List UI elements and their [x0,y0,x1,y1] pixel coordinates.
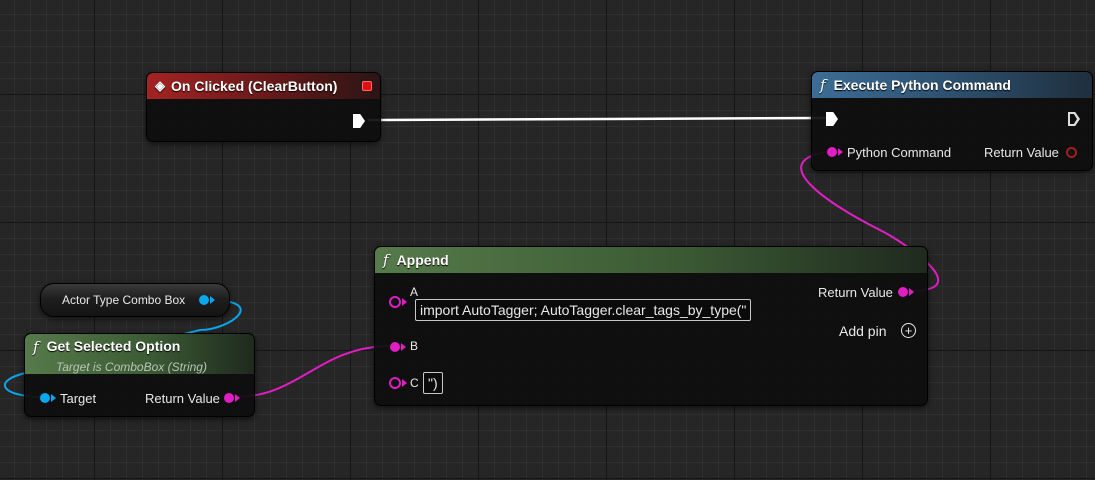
return-value-label: Return Value [984,145,1059,160]
event-diamond-icon: ◈ [155,78,165,93]
append-title: Append [396,252,449,268]
b-pin[interactable] [390,342,400,352]
on-clicked-title: On Clicked (ClearButton) [171,78,338,94]
string-wire-option-to-b [235,344,394,398]
return-value-pin-arrow [909,288,914,296]
combo-box-output-pin[interactable] [199,295,209,305]
on-clicked-header: ◈ On Clicked (ClearButton) [147,73,380,99]
append-node[interactable]: f Append A import AutoTagger; AutoTagger… [374,246,928,406]
exec-wire [367,116,827,122]
b-pin-arrow [401,343,406,351]
return-value-pin[interactable] [1066,147,1077,158]
return-value-label: Return Value [145,391,220,406]
c-label: C [410,376,419,390]
combo-box-variable-label: Actor Type Combo Box [62,293,186,307]
return-value-pin[interactable] [224,393,234,403]
delegate-pin[interactable] [362,81,372,91]
exec-out-pin[interactable] [1068,112,1080,126]
target-label: Target [60,391,97,406]
exec-out-pin[interactable] [353,114,365,128]
c-pin-arrow [402,379,407,387]
execute-python-header: f Execute Python Command [812,72,1092,98]
execute-python-title: Execute Python Command [833,77,1011,93]
get-selected-title: Get Selected Option [46,338,181,354]
b-label: B [410,339,419,353]
c-pin[interactable] [389,377,401,389]
add-circle-icon[interactable]: + [901,323,916,338]
add-pin-label[interactable]: Add pin [839,323,886,339]
target-pin[interactable] [40,393,50,403]
actor-type-combo-box-variable[interactable]: Actor Type Combo Box [40,283,230,317]
get-selected-subtitle: Target is ComboBox (String) [56,360,207,374]
target-pin-arrow [51,394,56,402]
c-value-input[interactable]: ") [423,372,443,394]
return-value-label: Return Value [818,285,893,300]
on-clicked-event-node[interactable]: ◈ On Clicked (ClearButton) [146,72,381,142]
python-command-pin[interactable] [827,147,837,157]
a-pin-arrow [402,298,407,306]
a-value-input[interactable]: import AutoTagger; AutoTagger.clear_tags… [415,299,752,321]
combo-box-output-arrow [210,296,215,304]
exec-in-pin[interactable] [826,112,838,126]
function-f-icon: f [383,251,389,269]
return-value-pin-arrow [235,394,240,402]
function-f-icon: f [820,76,826,94]
a-label: A [410,285,419,299]
python-command-pin-arrow [838,148,843,156]
function-f-icon: f [33,338,39,356]
a-pin[interactable] [389,296,401,308]
execute-python-command-node[interactable]: f Execute Python Command Python Command … [811,71,1093,171]
append-header: f Append [375,247,927,273]
python-command-label: Python Command [847,145,952,160]
return-value-pin[interactable] [898,287,908,297]
get-selected-option-node[interactable]: f Get Selected Option Target is ComboBox… [24,333,255,417]
